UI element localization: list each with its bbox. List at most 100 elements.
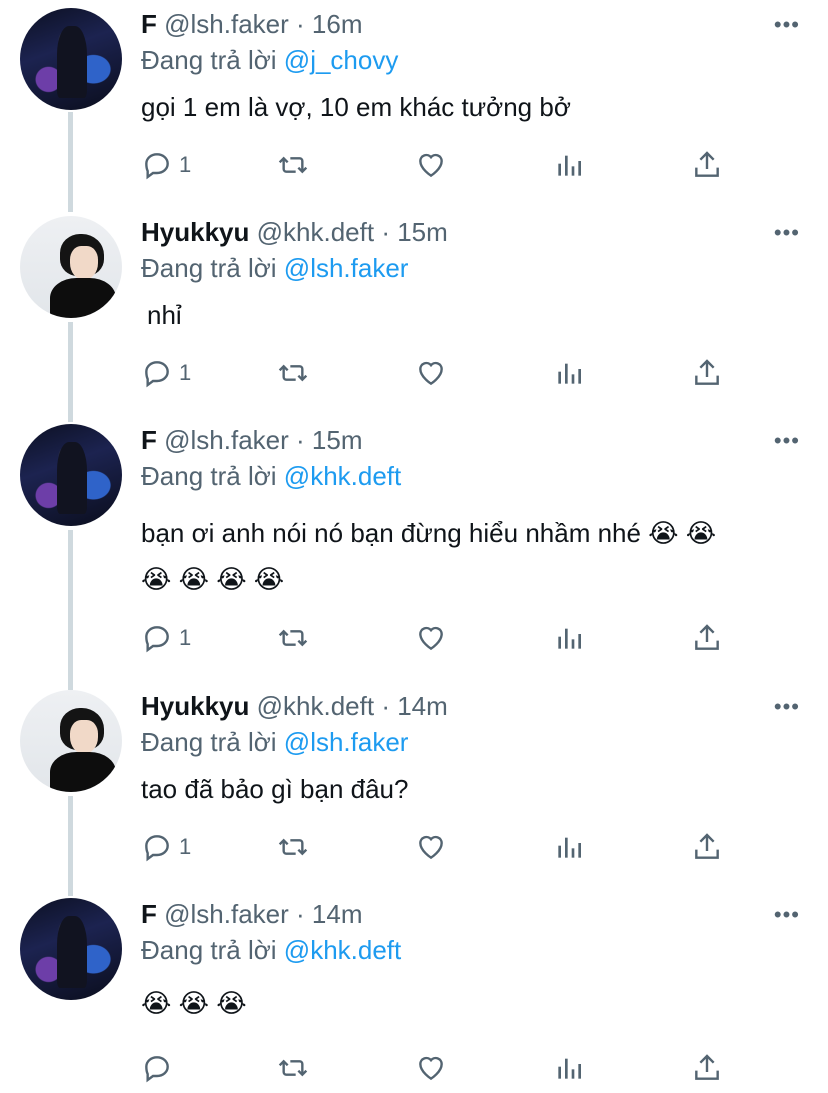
heart-icon bbox=[419, 361, 443, 386]
replying-to-label: Đang trả lời bbox=[141, 45, 277, 75]
timestamp[interactable]: · 14m bbox=[296, 899, 362, 929]
reply-button[interactable]: 1 bbox=[141, 618, 191, 658]
reply-button[interactable]: 1 bbox=[141, 353, 191, 393]
analytics-icon bbox=[558, 155, 581, 176]
mention-link[interactable]: @khk.deft bbox=[284, 461, 401, 491]
deft-avatar[interactable] bbox=[20, 216, 122, 318]
tweet[interactable]: Hyukkyu @khk.deft · 15m ••• Đang trả lời… bbox=[0, 208, 828, 408]
analytics-button[interactable] bbox=[553, 1048, 585, 1088]
tweet-text: 😭 😭 😭 bbox=[141, 988, 247, 1018]
like-button[interactable] bbox=[415, 618, 447, 658]
more-icon[interactable]: ••• bbox=[774, 694, 800, 720]
reply-count: 1 bbox=[179, 625, 192, 650]
analytics-button[interactable] bbox=[553, 827, 585, 867]
analytics-button[interactable] bbox=[553, 145, 585, 185]
like-button[interactable] bbox=[415, 353, 447, 393]
share-icon bbox=[695, 833, 719, 859]
share-button[interactable] bbox=[691, 145, 723, 185]
reply-count: 1 bbox=[179, 152, 192, 177]
share-icon bbox=[695, 359, 719, 385]
tweet[interactable]: F @lsh.faker · 15m ••• Đang trả lời @khk… bbox=[0, 416, 828, 676]
mention-link[interactable]: @khk.deft bbox=[284, 935, 401, 965]
tweet-text: bạn ơi anh nói nó bạn đừng hiểu nhầm nhé… bbox=[141, 518, 717, 548]
reply-icon bbox=[145, 153, 169, 180]
reply-icon bbox=[145, 1056, 169, 1083]
tweet[interactable]: Hyukkyu @khk.deft · 14m ••• Đang trả lời… bbox=[0, 682, 828, 882]
author-handle[interactable]: @lsh.faker bbox=[164, 425, 289, 455]
replying-to: Đang trả lời @khk.deft bbox=[141, 934, 401, 966]
retweet-icon bbox=[278, 1059, 308, 1077]
share-icon bbox=[695, 151, 719, 177]
faker-avatar[interactable] bbox=[20, 8, 122, 110]
heart-icon bbox=[419, 153, 443, 178]
more-icon[interactable]: ••• bbox=[774, 220, 800, 246]
author-name[interactable]: F bbox=[141, 9, 157, 39]
like-button[interactable] bbox=[415, 1048, 447, 1088]
retweet-button[interactable] bbox=[277, 353, 309, 393]
mention-link[interactable]: @j_chovy bbox=[284, 45, 399, 75]
share-button[interactable] bbox=[691, 827, 723, 867]
faker-avatar[interactable] bbox=[20, 898, 122, 1000]
replying-to-label: Đang trả lời bbox=[141, 935, 277, 965]
mention-link[interactable]: @lsh.faker bbox=[284, 727, 409, 757]
replying-to-label: Đang trả lời bbox=[141, 461, 277, 491]
share-button[interactable] bbox=[691, 618, 723, 658]
heart-icon bbox=[419, 1056, 443, 1081]
retweet-icon bbox=[278, 156, 308, 174]
share-button[interactable] bbox=[691, 1048, 723, 1088]
tweet-header: Hyukkyu @khk.deft · 15m bbox=[141, 216, 448, 248]
reply-icon bbox=[145, 361, 169, 388]
tweet-header: F @lsh.faker · 16m bbox=[141, 8, 362, 40]
retweet-icon bbox=[278, 838, 308, 856]
author-handle[interactable]: @khk.deft bbox=[257, 217, 374, 247]
more-icon[interactable]: ••• bbox=[774, 902, 800, 928]
tweet-actions: 1 bbox=[141, 145, 741, 185]
like-button[interactable] bbox=[415, 827, 447, 867]
author-handle[interactable]: @lsh.faker bbox=[164, 899, 289, 929]
timestamp[interactable]: · 15m bbox=[381, 217, 447, 247]
tweet[interactable]: F @lsh.faker · 16m ••• Đang trả lời @j_c… bbox=[0, 0, 828, 200]
heart-icon bbox=[419, 626, 443, 651]
more-icon[interactable]: ••• bbox=[774, 12, 800, 38]
like-button[interactable] bbox=[415, 145, 447, 185]
more-icon[interactable]: ••• bbox=[774, 428, 800, 454]
share-button[interactable] bbox=[691, 353, 723, 393]
author-handle[interactable]: @lsh.faker bbox=[164, 9, 289, 39]
analytics-icon bbox=[558, 1058, 581, 1079]
tweet-text-emoji-line: 😭 😭 😭 😭 bbox=[141, 564, 285, 594]
tweet[interactable]: F @lsh.faker · 14m ••• Đang trả lời @khk… bbox=[0, 890, 828, 1093]
analytics-icon bbox=[558, 363, 581, 384]
author-name[interactable]: F bbox=[141, 899, 157, 929]
reply-button[interactable] bbox=[141, 1048, 179, 1088]
author-name[interactable]: Hyukkyu bbox=[141, 217, 249, 247]
reply-button[interactable]: 1 bbox=[141, 827, 191, 867]
tweet-actions: 1 bbox=[141, 618, 741, 658]
deft-avatar[interactable] bbox=[20, 690, 122, 792]
timestamp[interactable]: · 16m bbox=[296, 9, 362, 39]
analytics-icon bbox=[558, 837, 581, 858]
reply-button[interactable]: 1 bbox=[141, 145, 191, 185]
reply-icon bbox=[145, 626, 169, 653]
analytics-button[interactable] bbox=[553, 353, 585, 393]
tweet-header: F @lsh.faker · 14m bbox=[141, 898, 362, 930]
author-name[interactable]: F bbox=[141, 425, 157, 455]
analytics-icon bbox=[558, 628, 581, 649]
replying-to: Đang trả lời @lsh.faker bbox=[141, 252, 408, 284]
share-icon bbox=[695, 624, 719, 650]
timestamp[interactable]: · 15m bbox=[296, 425, 362, 455]
author-name[interactable]: Hyukkyu bbox=[141, 691, 249, 721]
replying-to: Đang trả lời @lsh.faker bbox=[141, 726, 408, 758]
retweet-button[interactable] bbox=[277, 618, 309, 658]
author-handle[interactable]: @khk.deft bbox=[257, 691, 374, 721]
retweet-button[interactable] bbox=[277, 1048, 309, 1088]
retweet-button[interactable] bbox=[277, 827, 309, 867]
retweet-icon bbox=[278, 364, 308, 382]
tweet-header: F @lsh.faker · 15m bbox=[141, 424, 362, 456]
faker-avatar[interactable] bbox=[20, 424, 122, 526]
heart-icon bbox=[419, 835, 443, 860]
reply-count: 1 bbox=[179, 360, 192, 385]
analytics-button[interactable] bbox=[553, 618, 585, 658]
mention-link[interactable]: @lsh.faker bbox=[284, 253, 409, 283]
retweet-button[interactable] bbox=[277, 145, 309, 185]
timestamp[interactable]: · 14m bbox=[381, 691, 447, 721]
